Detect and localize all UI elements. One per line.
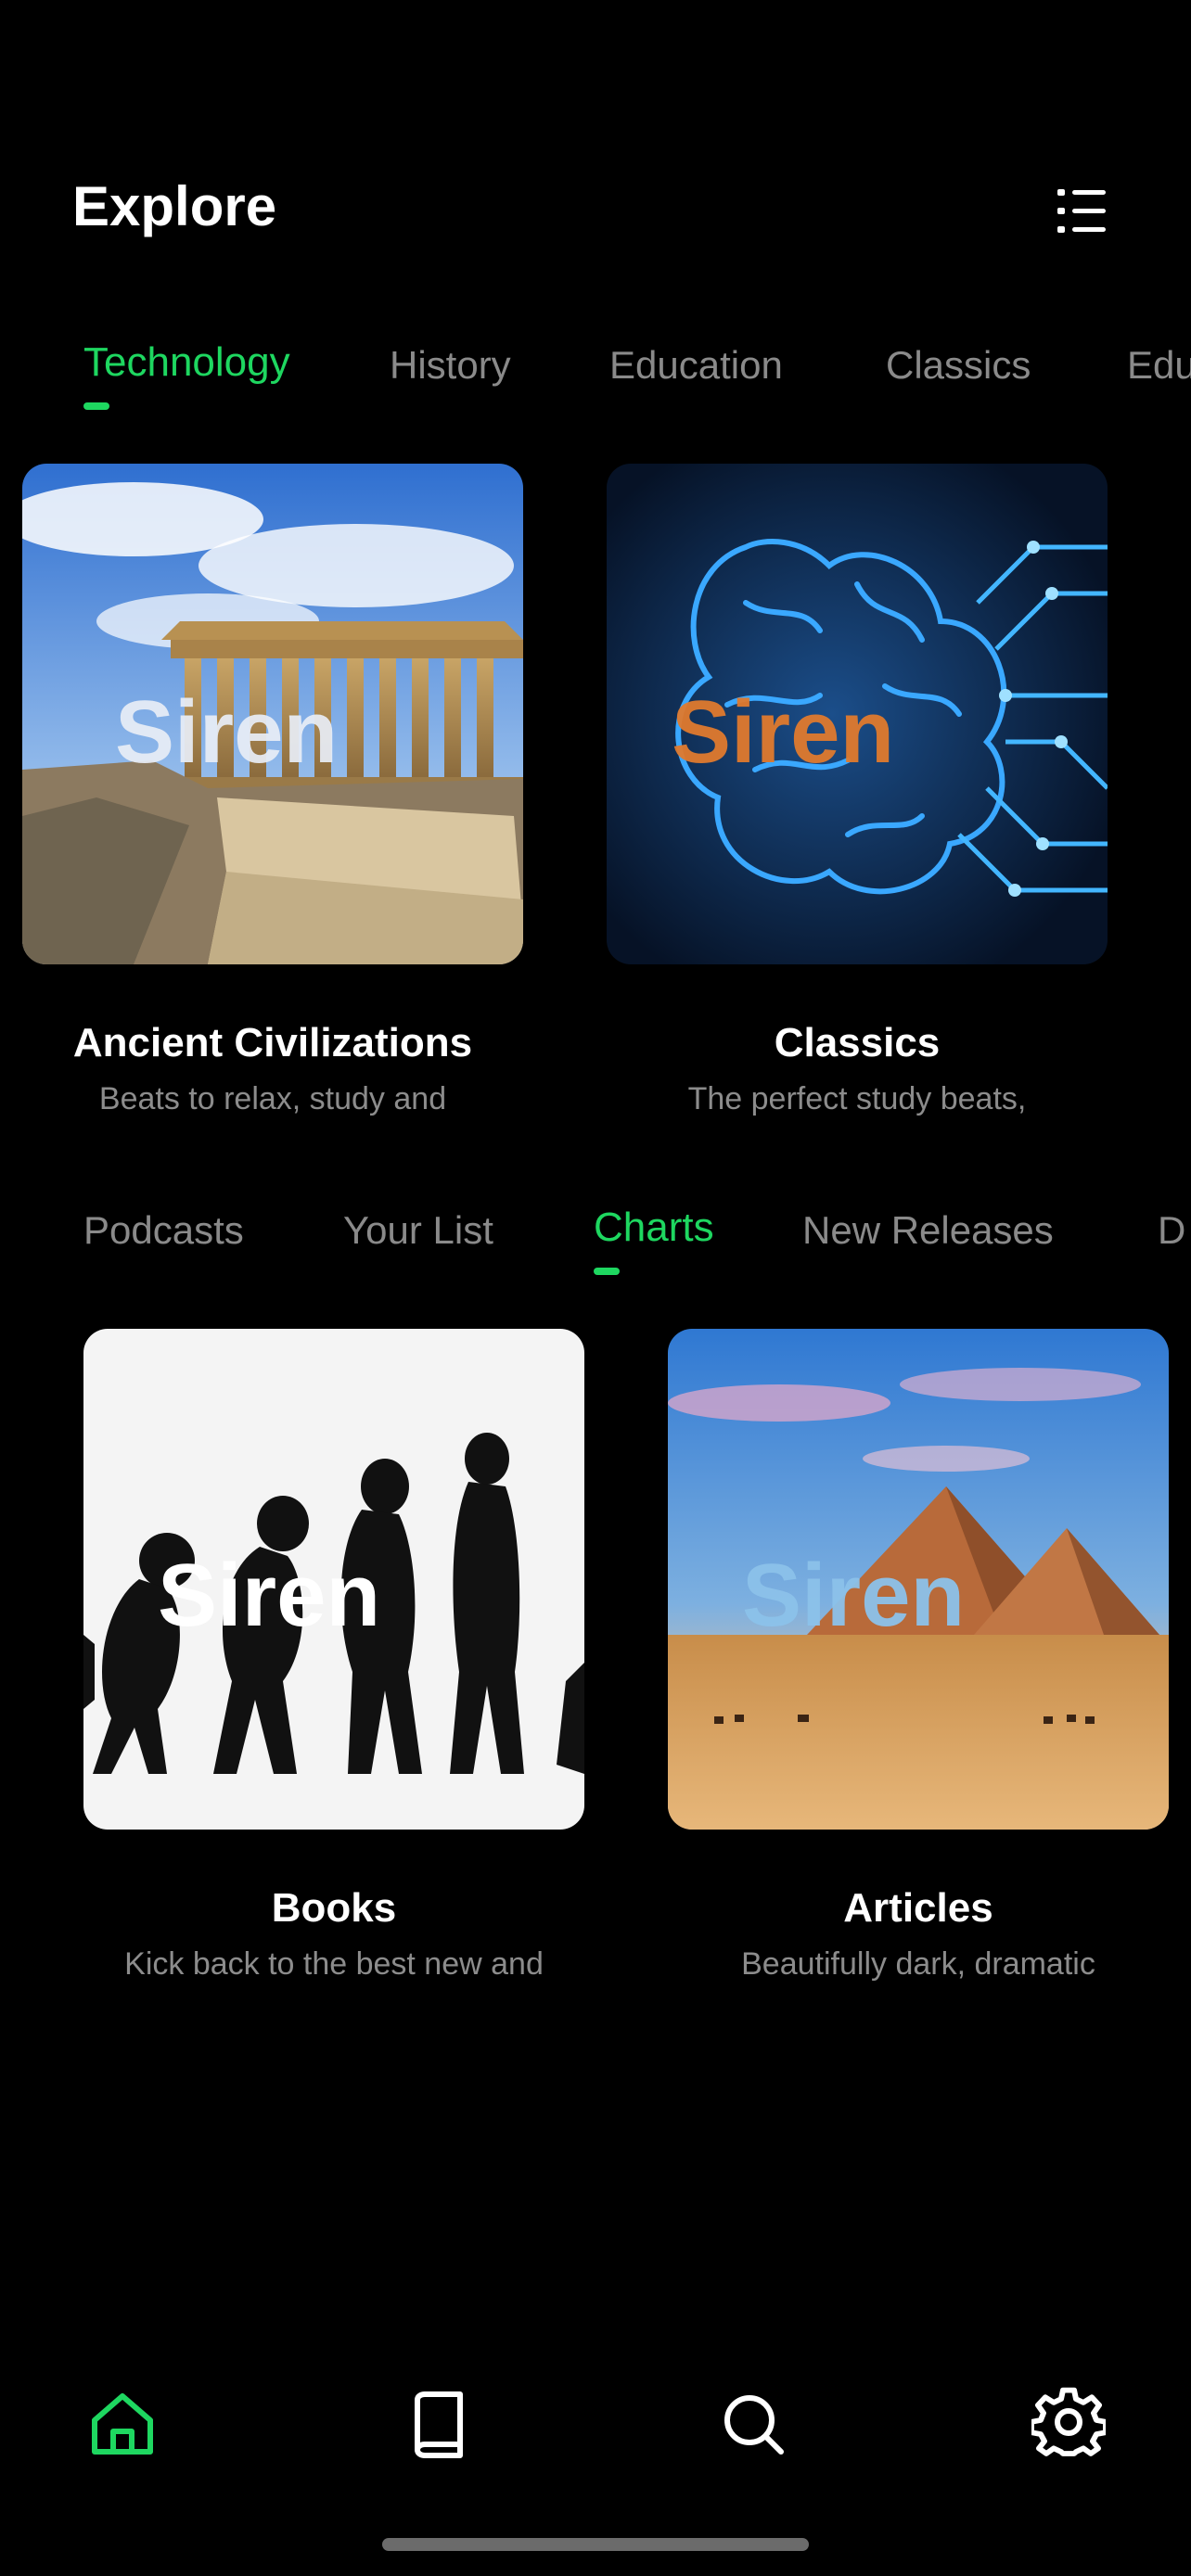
header: Explore bbox=[0, 0, 1191, 306]
card-title: Books bbox=[271, 1885, 397, 1931]
card-subtitle: Kick back to the best new and bbox=[124, 1946, 544, 1982]
tab-technology[interactable]: Technology bbox=[83, 339, 290, 410]
tab-charts[interactable]: Charts bbox=[594, 1205, 714, 1275]
home-icon[interactable] bbox=[85, 2387, 160, 2461]
tab-history[interactable]: History bbox=[390, 343, 511, 388]
card-subtitle: Beautifully dark, dramatic bbox=[741, 1946, 1095, 1982]
list-icon[interactable] bbox=[1054, 182, 1113, 241]
tab-podcasts[interactable]: Podcasts bbox=[83, 1208, 244, 1253]
page-title: Explore bbox=[72, 175, 277, 237]
card-row-top: Siren Ancient Civilizations Beats to rel… bbox=[0, 464, 1191, 1168]
card-image-text: Siren bbox=[672, 682, 894, 782]
card-subtitle: The perfect study beats, bbox=[687, 1081, 1027, 1116]
card-image-text: Siren bbox=[742, 1546, 965, 1645]
card-row-bottom: Siren Books Kick back to the best new an… bbox=[0, 1329, 1191, 2034]
tab-new-releases[interactable]: New Releases bbox=[802, 1208, 1054, 1253]
card-title: Articles bbox=[843, 1885, 993, 1931]
home-indicator bbox=[382, 2538, 809, 2551]
bottom-nav bbox=[0, 2374, 1191, 2476]
gear-icon[interactable] bbox=[1029, 2387, 1108, 2461]
tab-classics[interactable]: Classics bbox=[886, 343, 1031, 388]
card-image-text: Siren bbox=[158, 1546, 380, 1645]
card-image-text: Siren bbox=[115, 682, 338, 782]
book-icon[interactable] bbox=[401, 2387, 475, 2461]
tab-d[interactable]: D bbox=[1158, 1208, 1185, 1253]
card-image-pyramids: Siren bbox=[668, 1329, 1169, 1830]
card-image-evolution: Siren bbox=[83, 1329, 584, 1830]
category-tabs-top: Technology History Education Classics Ed… bbox=[0, 325, 1191, 427]
card-image-parthenon: Siren bbox=[22, 464, 523, 964]
tab-your-list[interactable]: Your List bbox=[343, 1208, 493, 1253]
tab-edu[interactable]: Edu bbox=[1127, 343, 1191, 388]
search-icon[interactable] bbox=[716, 2387, 790, 2461]
tab-education[interactable]: Education bbox=[609, 343, 783, 388]
card-title: Ancient Civilizations bbox=[72, 1020, 473, 1065]
card-subtitle: Beats to relax, study and bbox=[98, 1081, 447, 1116]
card-image-circuit-brain: Siren bbox=[607, 464, 1108, 964]
category-tabs-bottom: Podcasts Your List Charts New Releases D bbox=[0, 1190, 1191, 1292]
card-title: Classics bbox=[774, 1020, 941, 1065]
